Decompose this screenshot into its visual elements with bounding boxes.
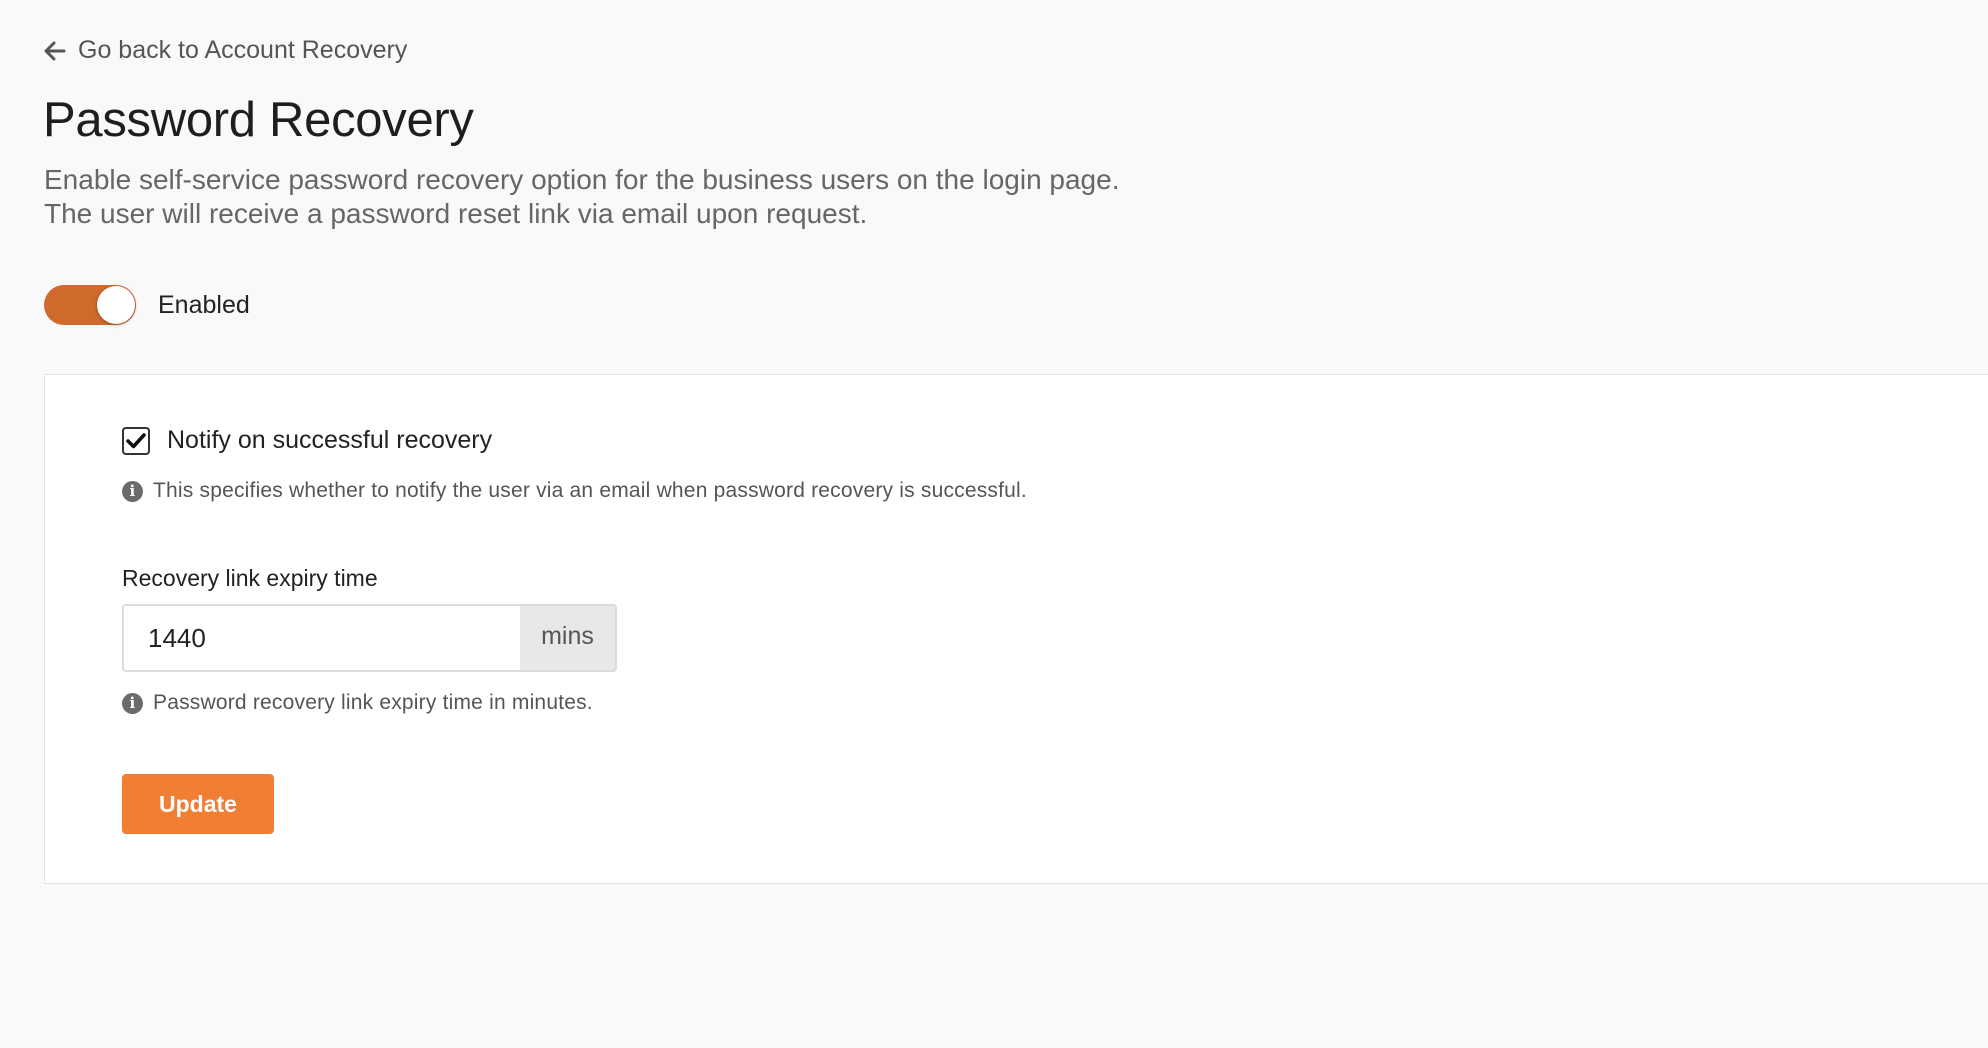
expiry-unit-addon: mins <box>520 604 617 672</box>
settings-card: Notify on successful recovery i This spe… <box>44 374 1988 884</box>
update-button[interactable]: Update <box>122 774 274 834</box>
back-link-label[interactable]: Go back to Account Recovery <box>78 36 407 65</box>
page-description: Enable self-service password recovery op… <box>44 163 1444 231</box>
checkmark-icon <box>126 432 146 448</box>
expiry-help: i Password recovery link expiry time in … <box>122 691 593 715</box>
expiry-input[interactable] <box>122 604 520 672</box>
arrow-left-icon <box>44 41 66 61</box>
description-line-1: Enable self-service password recovery op… <box>44 164 1120 195</box>
notify-label[interactable]: Notify on successful recovery <box>167 426 492 455</box>
page-title: Password Recovery <box>43 93 474 147</box>
enable-toggle-row: Enabled <box>44 285 250 325</box>
notify-help-text: This specifies whether to notify the use… <box>153 479 1027 502</box>
toggle-label: Enabled <box>158 290 250 319</box>
expiry-help-text: Password recovery link expiry time in mi… <box>153 691 593 714</box>
expiry-input-group: mins <box>122 604 617 672</box>
enable-toggle[interactable] <box>44 285 136 325</box>
info-icon: i <box>122 692 143 714</box>
back-link[interactable]: Go back to Account Recovery <box>44 36 407 65</box>
toggle-knob <box>97 286 135 324</box>
description-line-2: The user will receive a password reset l… <box>44 198 868 229</box>
expiry-label: Recovery link expiry time <box>122 565 378 591</box>
notify-help: i This specifies whether to notify the u… <box>122 479 1027 503</box>
info-icon: i <box>122 480 143 502</box>
notify-row: Notify on successful recovery <box>122 426 492 455</box>
notify-checkbox[interactable] <box>122 426 150 455</box>
